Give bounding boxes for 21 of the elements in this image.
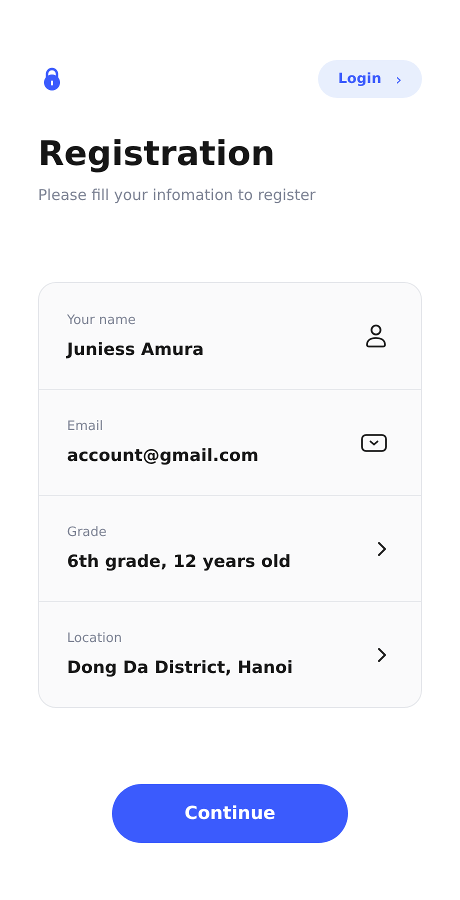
field-value: Dong Da District, Hanoi	[67, 658, 293, 678]
field-label: Your name	[67, 312, 137, 328]
login-button[interactable]: Login ›	[318, 60, 422, 98]
field-value: account@gmail.com	[67, 446, 259, 466]
form-field[interactable]: Email account@gmail.com	[39, 389, 421, 495]
subtitle: Please fill your infomation to register	[38, 186, 317, 204]
person-icon	[365, 324, 387, 348]
field-value: 6th grade, 12 years old	[67, 552, 291, 572]
chevron-right-icon	[377, 646, 387, 662]
field-label: Grade	[67, 525, 108, 540]
page-title: Registration	[38, 133, 276, 176]
continue-button[interactable]: Continue	[112, 784, 348, 843]
form-field[interactable]: Location Dong Da District, Hanoi	[39, 601, 421, 707]
lock-icon	[42, 67, 62, 91]
mail-icon	[361, 434, 387, 452]
field-value: Juniess Amura	[67, 340, 204, 360]
form-field[interactable]: Grade 6th grade, 12 years old	[39, 495, 421, 601]
chevron-right-icon	[377, 540, 387, 556]
form-field[interactable]: Your name Juniess Amura	[39, 283, 421, 389]
field-label: Email	[67, 419, 104, 434]
field-label: Location	[67, 631, 123, 646]
